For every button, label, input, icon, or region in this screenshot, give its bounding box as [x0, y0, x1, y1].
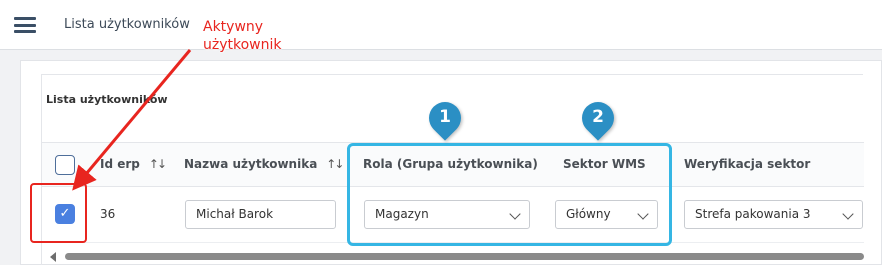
top-bar: Lista użytkowników	[0, 0, 882, 50]
cell-id: 36	[100, 207, 116, 221]
sort-icon[interactable]: ↑↓	[149, 157, 167, 171]
chevron-down-icon	[842, 208, 854, 220]
verification-sector-select[interactable]: Strefa pakowania 3	[684, 200, 863, 229]
app: Lista użytkowników Lista użytkowników Id…	[0, 0, 882, 265]
role-sector-highlight	[347, 143, 672, 246]
user-name-input[interactable]: Michał Barok	[185, 200, 336, 229]
column-header-name[interactable]: Nazwa użytkownika ↑↓	[184, 157, 344, 171]
horizontal-scrollbar[interactable]	[42, 251, 864, 263]
menu-icon[interactable]	[14, 17, 36, 33]
scroll-left-arrow-icon[interactable]	[50, 252, 56, 262]
column-header-verification: Weryfikacja sektor	[684, 157, 811, 171]
select-all-checkbox[interactable]	[55, 155, 75, 175]
column-header-id[interactable]: Id erp ↑↓	[100, 157, 167, 171]
marker-pin-2-label: 2	[592, 107, 604, 127]
scrollbar-thumb[interactable]	[65, 253, 864, 260]
annotation-active-user-line2: użytkownik	[203, 37, 282, 53]
list-title: Lista użytkowników	[46, 93, 168, 106]
page-title: Lista użytkowników	[64, 17, 190, 32]
sort-icon[interactable]: ↑↓	[326, 157, 344, 171]
annotation-active-user-line1: Aktywny	[203, 19, 264, 35]
marker-pin-1-label: 1	[439, 107, 451, 127]
active-user-highlight	[30, 183, 87, 243]
